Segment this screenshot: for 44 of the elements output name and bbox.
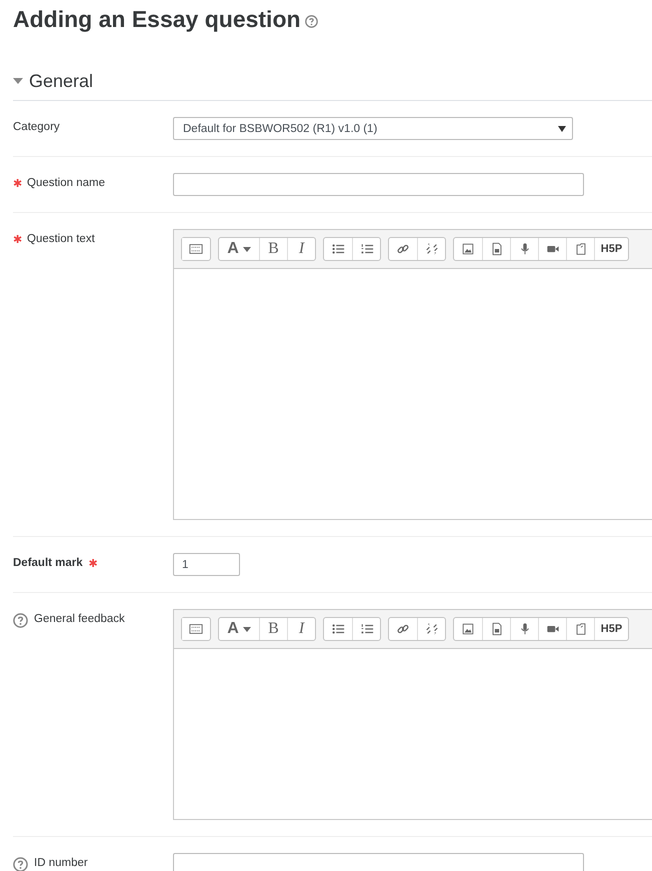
collapse-caret-icon[interactable] <box>13 77 23 85</box>
help-icon[interactable] <box>13 613 28 628</box>
keyboard-icon <box>189 624 203 634</box>
image-icon <box>462 624 474 634</box>
help-icon[interactable] <box>13 857 28 871</box>
help-icon[interactable] <box>304 15 318 28</box>
document-icon <box>492 622 501 636</box>
field-label: Question name <box>27 177 105 189</box>
image-icon <box>462 244 474 254</box>
link-icon <box>396 624 410 634</box>
files-icon <box>576 243 585 255</box>
microphone-icon <box>520 623 528 634</box>
text-editor[interactable]: A B I H5P <box>173 229 652 520</box>
field-label: General feedback <box>34 613 125 625</box>
caret-icon <box>242 246 251 252</box>
required-icon: ✱ <box>13 233 21 246</box>
numbered-list-icon <box>361 624 373 634</box>
dropdown-arrow-icon <box>558 126 566 132</box>
field-label: Default mark <box>13 557 83 569</box>
caret-icon <box>242 626 251 632</box>
unlink-icon <box>426 243 438 255</box>
category-select[interactable]: Default for BSBWOR502 (R1) v1.0 (1) <box>173 117 573 140</box>
unlink-icon <box>426 623 438 635</box>
microphone-icon <box>520 243 528 254</box>
video-camera-icon <box>546 246 558 252</box>
field-label: Category <box>13 121 60 133</box>
link-icon <box>396 244 410 254</box>
field-label: ID number <box>34 857 88 869</box>
text-field[interactable] <box>173 853 584 871</box>
numbered-list-icon <box>361 244 373 254</box>
bullet-list-icon <box>332 624 344 634</box>
video-camera-icon <box>546 626 558 632</box>
bullet-list-icon <box>332 244 344 254</box>
field-label: Question text <box>27 233 95 245</box>
text-field[interactable] <box>173 173 584 196</box>
page-title: Adding an Essay question <box>13 6 301 32</box>
text-field[interactable]: 1 <box>173 553 240 576</box>
files-icon <box>576 623 585 635</box>
keyboard-icon <box>189 244 203 254</box>
required-icon: ✱ <box>88 557 98 570</box>
section-title[interactable]: General <box>29 70 94 92</box>
text-editor[interactable]: A B I H5P <box>173 609 652 820</box>
document-icon <box>492 242 501 256</box>
required-icon: ✱ <box>13 177 21 190</box>
